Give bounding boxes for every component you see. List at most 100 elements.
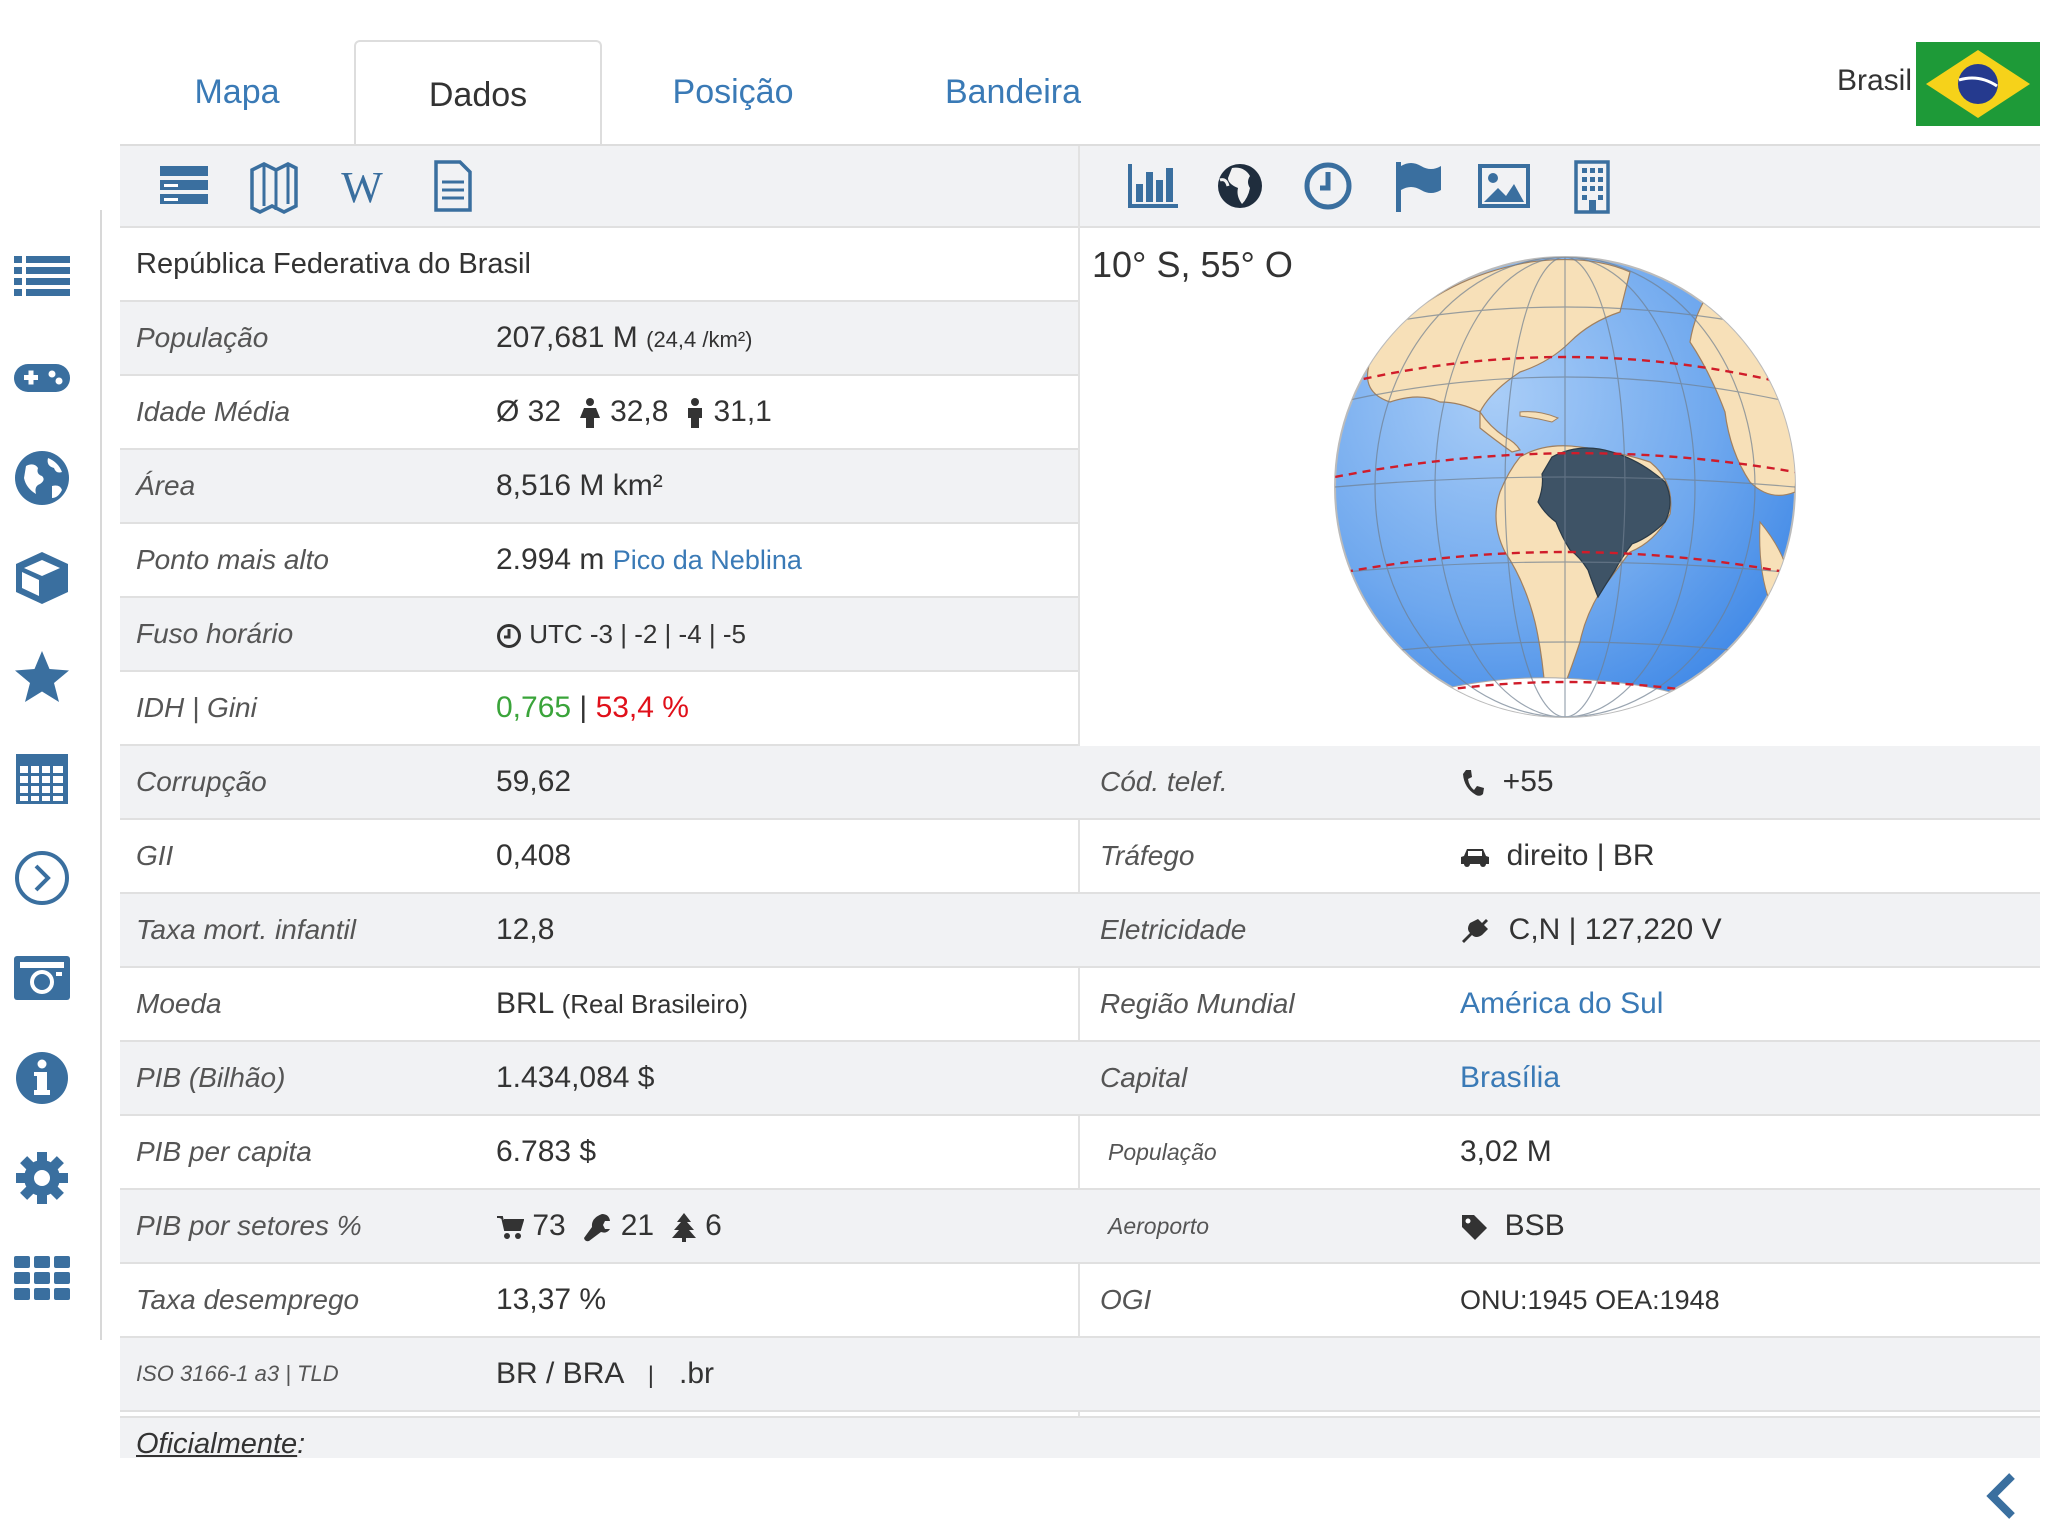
official-row: Oficialmente: [120, 1416, 2040, 1460]
female-icon [579, 398, 600, 429]
plug-icon [1462, 919, 1488, 944]
value-mortalidade: 12,8 [496, 913, 555, 946]
label-corrupcao: Corrupção [136, 766, 267, 797]
row-pib-pc: PIB per capita 6.783 $ População 3,02 M [120, 1116, 2040, 1190]
label-gii: GII [136, 840, 174, 871]
value-corrupcao: 59,62 [496, 765, 572, 798]
regiao-link[interactable]: América do Sul [1460, 968, 1663, 1040]
row-desemprego: Taxa desemprego 13,37 % OGI ONU:1945 OEA… [120, 1264, 2040, 1338]
list-icon[interactable] [8, 244, 76, 312]
row-idh: IDH | Gini 0,765 | 53,4 % [120, 672, 1078, 746]
label-pib: PIB (Bilhão) [136, 1062, 286, 1093]
globe-africa-icon[interactable] [1212, 158, 1268, 214]
label-eletricidade: Eletricidade [1100, 914, 1247, 945]
label-capital: Capital [1100, 1062, 1188, 1093]
calendar-icon[interactable] [8, 744, 76, 812]
value-pib: 1.434,084 $ [496, 1061, 655, 1094]
pico-link[interactable]: Pico da Neblina [613, 545, 802, 575]
capital-link[interactable]: Brasília [1460, 1042, 1560, 1114]
wrench-icon [584, 1214, 611, 1242]
row-idade: Idade Média Ø 32 32,8 31,1 [120, 376, 1078, 450]
label-trafego: Tráfego [1100, 840, 1195, 871]
row-populacao: População 207,681 M (24,4 /km²) [120, 302, 1078, 376]
value-populacao: 207,681 M (24,4 /km²) [496, 321, 753, 354]
value-moeda: BRL (Real Brasileiro) [496, 987, 748, 1020]
value-setores: 73 21 6 [496, 1190, 722, 1262]
wikipedia-icon[interactable]: W [334, 158, 390, 214]
value-gii: 0,408 [496, 839, 572, 872]
tab-posicao[interactable]: Posição [640, 40, 826, 144]
row-setores: PIB por setores % 73 21 6 Aeroporto BSB [120, 1190, 2040, 1264]
image-icon[interactable] [1476, 158, 1532, 214]
car-icon [1461, 849, 1489, 868]
value-fuso: UTC -3 | -2 | -4 | -5 [496, 598, 746, 670]
tab-bandeira[interactable]: Bandeira [920, 40, 1106, 144]
tab-mapa[interactable]: Mapa [144, 40, 330, 144]
table-icon[interactable] [156, 158, 212, 214]
value-area: 8,516 M km² [496, 469, 663, 502]
label-ponto: Ponto mais alto [136, 544, 329, 575]
sidebar [0, 210, 102, 1340]
cart-icon [497, 1216, 524, 1240]
label-area: Área [136, 470, 196, 501]
male-icon [688, 398, 703, 429]
label-idade: Idade Média [136, 396, 291, 427]
tag-icon [1462, 1215, 1487, 1241]
bar-chart-icon[interactable] [1124, 158, 1180, 214]
row-area: Área 8,516 M km² [120, 450, 1078, 524]
svg-text:W: W [341, 163, 383, 212]
toolbar: W [120, 146, 2040, 228]
row-iso: ISO 3166-1 a3 | TLD BR / BRA | .br [120, 1338, 2040, 1412]
label-idh: IDH | Gini [136, 692, 257, 723]
chevron-circle-icon[interactable] [8, 844, 76, 912]
label-cap-pop: População [1108, 1139, 1217, 1165]
map-icon[interactable] [246, 158, 302, 214]
label-pib-pc: PIB per capita [136, 1136, 312, 1167]
row-pib: PIB (Bilhão) 1.434,084 $ Capital Brasíli… [120, 1042, 2040, 1116]
value-pib-pc: 6.783 $ [496, 1135, 597, 1168]
value-telef: +55 [1460, 746, 1554, 818]
camera-icon[interactable] [8, 944, 76, 1012]
tree-icon [671, 1213, 696, 1243]
country-name: Brasil [1836, 64, 1912, 97]
value-aeroporto: BSB [1460, 1190, 1565, 1262]
value-cap-pop: 3,02 M [1460, 1135, 1552, 1168]
gamepad-icon[interactable] [8, 344, 76, 412]
tab-dados[interactable]: Dados [354, 40, 602, 148]
label-telef: Cód. telef. [1100, 766, 1228, 797]
label-desemprego: Taxa desemprego [136, 1284, 360, 1315]
value-iso: BR / BRA | .br [496, 1357, 714, 1390]
document-icon[interactable] [424, 158, 480, 214]
cube-icon[interactable] [8, 544, 76, 612]
value-ogi: ONU:1945 OEA:1948 [1460, 1285, 1720, 1315]
row-mortalidade: Taxa mort. infantil 12,8 Eletricidade C,… [120, 894, 2040, 968]
gear-icon[interactable] [8, 1144, 76, 1212]
official-name: República Federativa do Brasil [136, 248, 531, 280]
official-label: Oficialmente: [136, 1428, 306, 1460]
brazil-flag[interactable] [1916, 42, 2040, 126]
info-icon[interactable] [8, 1044, 76, 1112]
grid-icon[interactable] [8, 1244, 76, 1312]
value-ponto: 2.994 m Pico da Neblina [496, 543, 802, 576]
globe-icon[interactable] [8, 444, 76, 512]
row-gii: GII 0,408 Tráfego direito | BR [120, 820, 2040, 894]
label-fuso: Fuso horário [136, 618, 294, 649]
value-trafego: direito | BR [1460, 820, 1655, 892]
star-icon[interactable] [8, 644, 76, 712]
row-fuso: Fuso horário UTC -3 | -2 | -4 | -5 [120, 598, 1078, 672]
label-iso: ISO 3166-1 a3 | TLD [136, 1361, 339, 1386]
chevron-left-icon[interactable] [1980, 1470, 2024, 1522]
row-corrupcao: Corrupção 59,62 Cód. telef. +55 [120, 746, 2040, 820]
official-name-row: República Federativa do Brasil [120, 228, 1078, 302]
label-regiao: Região Mundial [1100, 988, 1295, 1019]
coordinates-label: 10° S, 55° O [1092, 244, 1293, 285]
label-moeda: Moeda [136, 988, 222, 1019]
globe-map[interactable] [1330, 252, 1800, 722]
building-icon[interactable] [1564, 158, 1620, 214]
label-mortalidade: Taxa mort. infantil [136, 914, 356, 945]
label-populacao: População [136, 322, 269, 353]
clock-icon[interactable] [1300, 158, 1356, 214]
value-idade: Ø 32 32,8 31,1 [496, 395, 772, 429]
flag-icon[interactable] [1390, 158, 1446, 214]
clock-icon [497, 624, 521, 649]
